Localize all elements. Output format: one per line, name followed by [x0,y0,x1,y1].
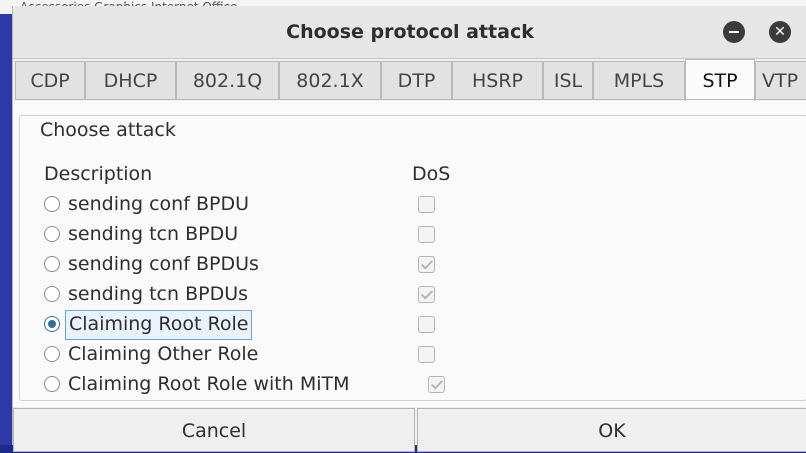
protocol-tabs: CDP DHCP 802.1Q 802.1X DTP HSRP ISL MPLS… [15,59,806,101]
attack-row[interactable]: Claiming Root Role with MiTM [44,370,464,400]
attack-label[interactable]: Claiming Root Role [65,310,253,340]
tab-mpls[interactable]: MPLS [593,61,685,99]
dialog-title: Choose protocol attack [286,21,534,43]
dos-header: DoS [412,163,451,185]
tab-stp[interactable]: STP [685,59,755,101]
attack-row[interactable]: sending tcn BPDU [44,220,464,250]
attack-label[interactable]: sending conf BPDU [68,190,249,218]
attack-row[interactable]: sending conf BPDU [44,190,464,220]
stp-tab-panel: Choose attack Description DoS sending co… [13,101,806,407]
desktop-background [0,14,12,445]
attack-row[interactable]: sending conf BPDUs [44,250,464,280]
minimize-icon[interactable] [723,21,745,43]
attack-label[interactable]: sending conf BPDUs [68,250,259,278]
close-icon[interactable]: ✕ [769,21,791,43]
dos-checkbox [418,196,435,213]
attack-radio[interactable] [44,256,60,272]
tab-hsrp[interactable]: HSRP [452,61,543,99]
attack-radio[interactable] [44,376,60,392]
attack-radio-selected[interactable] [44,316,60,332]
attack-label[interactable]: Claiming Root Role with MiTM [68,370,349,398]
tab-8021x[interactable]: 802.1X [279,61,381,99]
attack-label[interactable]: Claiming Other Role [68,340,258,368]
cancel-button[interactable]: Cancel [13,408,415,452]
attack-label[interactable]: sending tcn BPDUs [68,280,248,308]
tab-8021q[interactable]: 802.1Q [176,61,279,99]
tab-divider [15,99,806,100]
group-legend: Choose attack [36,119,180,141]
attack-row[interactable]: sending tcn BPDUs [44,280,464,310]
dos-checkbox [428,376,445,393]
choose-protocol-attack-dialog: Choose protocol attack ✕ CDP DHCP 802.1Q… [12,6,806,452]
attack-row[interactable]: Claiming Root Role [44,310,464,340]
dos-checkbox [418,316,435,333]
tab-isl[interactable]: ISL [543,61,593,99]
dos-checkbox [418,346,435,363]
tab-vtp[interactable]: VTP [755,61,806,99]
description-header: Description [44,163,153,185]
attack-row[interactable]: Claiming Other Role [44,340,464,370]
choose-attack-group: Choose attack Description DoS sending co… [19,115,806,401]
attack-label[interactable]: sending tcn BPDU [68,220,238,248]
attack-radio[interactable] [44,346,60,362]
title-bar: Choose protocol attack ✕ [13,6,806,59]
attack-radio[interactable] [44,286,60,302]
attack-radio[interactable] [44,226,60,242]
ok-button[interactable]: OK [417,408,806,452]
dos-checkbox [418,226,435,243]
attack-radio[interactable] [44,196,60,212]
tab-cdp[interactable]: CDP [15,61,85,99]
tab-dhcp[interactable]: DHCP [85,61,176,99]
dos-checkbox [418,256,435,273]
dos-checkbox [418,286,435,303]
tab-dtp[interactable]: DTP [381,61,452,99]
